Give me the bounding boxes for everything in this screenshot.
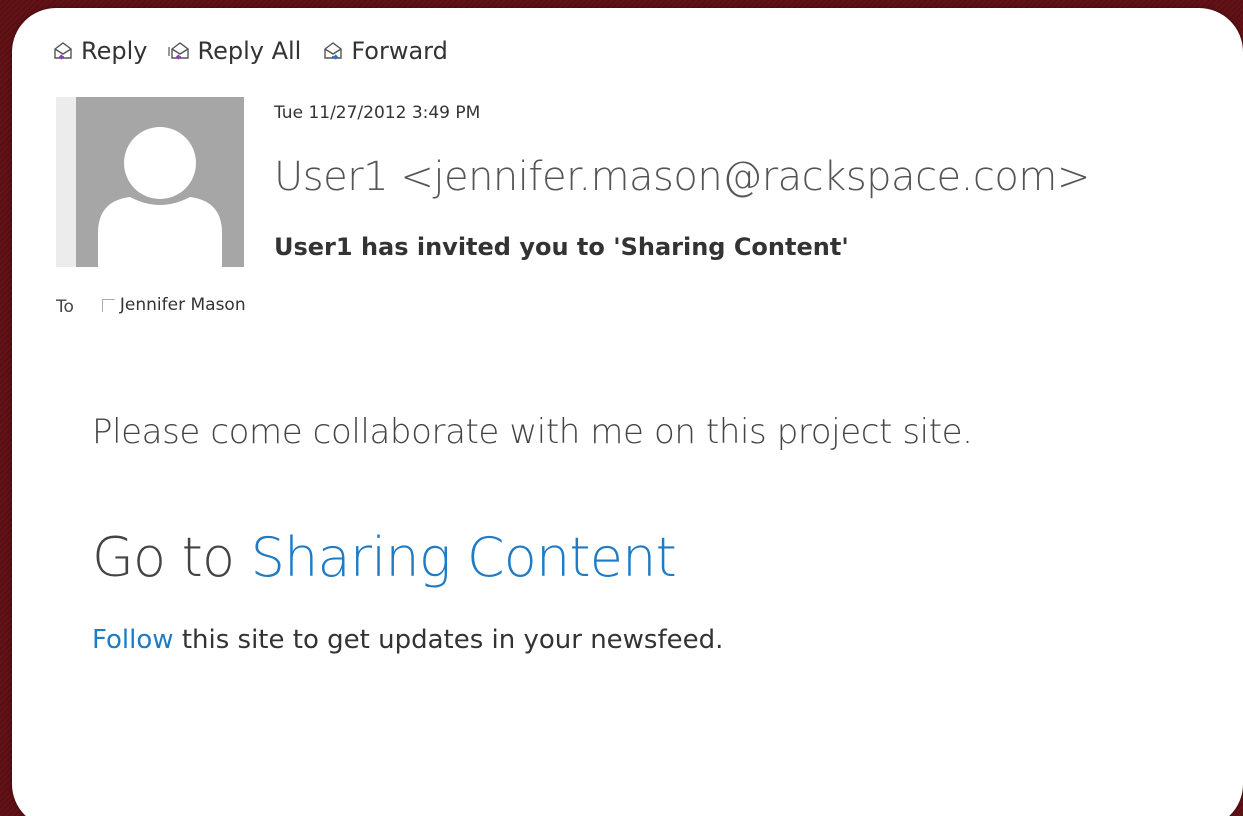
forward-label: Forward	[351, 37, 448, 65]
forward-icon	[324, 42, 343, 60]
email-toolbar: Reply Reply All Forward	[52, 35, 469, 67]
reply-all-button[interactable]: Reply All	[168, 37, 301, 65]
reply-button[interactable]: Reply	[52, 37, 147, 65]
follow-link[interactable]: Follow	[92, 625, 174, 655]
recipient-name[interactable]: Jennifer Mason	[120, 295, 246, 315]
reply-icon	[54, 42, 72, 60]
reply-all-label: Reply All	[197, 37, 302, 65]
follow-line: Follow this site to get updates in your …	[92, 625, 723, 655]
recipient-checkbox-icon[interactable]	[101, 298, 115, 312]
email-date: Tue 11/27/2012 3:49 PM	[274, 103, 481, 123]
goto-prefix: Go to	[92, 526, 251, 589]
forward-button[interactable]: Forward	[322, 37, 448, 65]
email-subject: User1 has invited you to 'Sharing Conten…	[274, 233, 849, 261]
avatar-silhouette-icon	[98, 127, 222, 267]
goto-heading: Go to Sharing Content	[92, 526, 677, 589]
sender-name[interactable]: User1 <jennifer.mason@rackspace.com>	[274, 154, 1090, 200]
reply-label: Reply	[81, 37, 148, 65]
email-reading-pane: Reply Reply All Forward Tue 11/27/2012 3…	[12, 8, 1243, 816]
to-label: To	[56, 297, 74, 317]
sharing-content-link[interactable]: Sharing Content	[251, 526, 677, 589]
message-text: Please come collaborate with me on this …	[92, 412, 973, 452]
reply-all-icon	[168, 42, 190, 60]
follow-suffix: this site to get updates in your newsfee…	[173, 625, 724, 655]
to-row: To Jennifer Mason	[56, 293, 246, 317]
sender-avatar	[56, 97, 244, 267]
